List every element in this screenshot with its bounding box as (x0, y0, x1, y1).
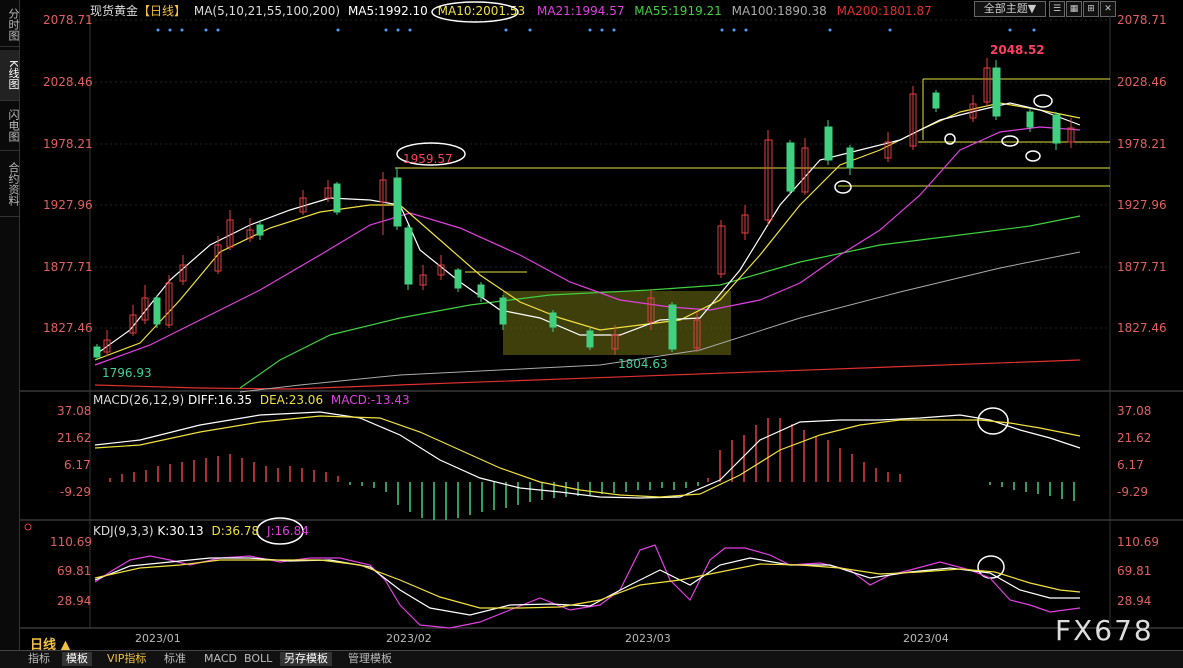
kdj-axis-left-3: 28.94 (57, 594, 92, 608)
mar-low-label: 1804.63 (618, 357, 668, 371)
macd-diff-value: DIFF:16.35 (187, 393, 253, 407)
price-left-3: 1978.21 (43, 137, 93, 151)
kdj-d-value: D:36.78 (211, 524, 260, 538)
chart-canvas (20, 1, 1183, 629)
tab-standard[interactable]: 标准 (160, 652, 190, 666)
macd-title: MACD(26,12,9) (93, 393, 185, 407)
kdj-k-line (94, 557, 1080, 616)
date-label-apr: 2023/04 (903, 632, 949, 645)
ma200-line (94, 359, 1081, 390)
date-label-jan: 2023/01 (135, 632, 181, 645)
macd-axis-left-2: 21.62 (57, 431, 92, 445)
macd-dea-value: DEA:23.06 (259, 393, 324, 407)
date-label-mar: 2023/03 (625, 632, 671, 645)
kdj-k-value: K:30.13 (157, 524, 204, 538)
watermark-logo: FX678 (1055, 614, 1154, 647)
kdj-d-line (94, 559, 1081, 609)
tab-vip-indicators[interactable]: VIP指标 (103, 652, 150, 666)
kdj-axis-right-1: 110.69 (1117, 535, 1159, 549)
kdj-axis-right-2: 69.81 (1117, 564, 1152, 578)
macd-axis-right-3: 6.17 (1117, 458, 1144, 472)
macd-histogram (109, 418, 1075, 520)
price-right-2: 2028.46 (1117, 75, 1167, 89)
price-left-2: 2028.46 (43, 75, 93, 89)
kdj-axis-left-2: 69.81 (57, 564, 92, 578)
price-right-5: 1877.71 (1117, 260, 1167, 274)
signal-dots (156, 28, 1036, 32)
price-right-3: 1978.21 (1117, 137, 1167, 151)
macd-axis-right-4: -9.29 (1117, 485, 1149, 499)
macd-axis-left-1: 37.08 (57, 404, 92, 418)
tab-indicators[interactable]: 指标 (24, 652, 54, 666)
tab-save-template[interactable]: 另存模板 (280, 652, 332, 666)
date-label-feb: 2023/02 (386, 632, 432, 645)
kdj-axis-left-1: 110.69 (50, 535, 92, 549)
pane-marker-icon[interactable] (24, 523, 32, 531)
macd-axis-right-1: 37.08 (1117, 404, 1152, 418)
horizontal-levels (395, 78, 1110, 273)
tab-macd[interactable]: MACD (200, 652, 241, 666)
macd-macd-value: MACD:-13.43 (330, 393, 410, 407)
macd-header: MACD(26,12,9) DIFF:16.35 DEA:23.06 MACD:… (93, 393, 410, 407)
grid (90, 19, 1110, 329)
high-price-label: 2048.52 (990, 43, 1045, 57)
macd-axis-left-4: -9.29 (60, 485, 92, 499)
tab-templates[interactable]: 模板 (62, 652, 92, 666)
kdj-j-value: J:16.84 (266, 524, 309, 538)
bottom-toolbar: 指标 模板 VIP指标 标准 MACD BOLL 另存模板 管理模板 (0, 650, 1183, 668)
kdj-title: KDJ(9,3,3) (93, 524, 154, 538)
price-right-1: 2078.71 (1117, 13, 1167, 27)
price-left-5: 1877.71 (43, 260, 93, 274)
kdj-header: KDJ(9,3,3) K:30.13 D:36.78 J:16.84 (93, 524, 309, 538)
feb-peak-label: 1959.57 (403, 152, 453, 166)
macd-axis-left-3: 6.17 (64, 458, 91, 472)
price-left-6: 1827.46 (43, 321, 93, 335)
price-left-1: 2078.71 (43, 13, 93, 27)
macd-dea-line (94, 415, 1081, 498)
macd-axis-right-2: 21.62 (1117, 431, 1152, 445)
price-right-6: 1827.46 (1117, 321, 1167, 335)
price-left-4: 1927.96 (43, 198, 93, 212)
tab-boll[interactable]: BOLL (240, 652, 276, 666)
jan-low-label: 1796.93 (102, 366, 152, 380)
tab-manage-templates[interactable]: 管理模板 (344, 652, 396, 666)
kdj-axis-right-3: 28.94 (1117, 594, 1152, 608)
price-right-4: 1927.96 (1117, 198, 1167, 212)
